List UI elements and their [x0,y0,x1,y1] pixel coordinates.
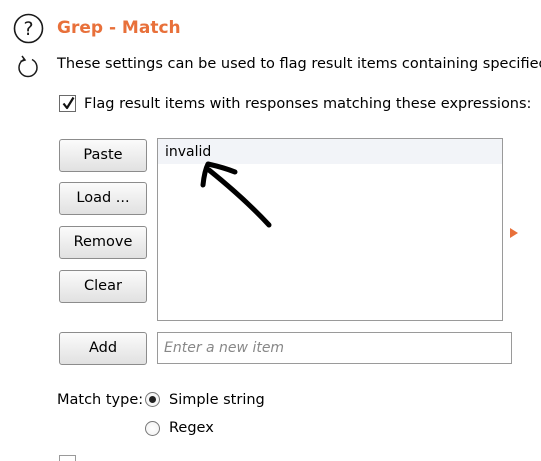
radio-regex[interactable] [145,421,160,436]
radio-simple-string-label: Simple string [169,392,265,408]
new-item-input[interactable] [157,332,512,364]
clear-button[interactable]: Clear [59,270,147,303]
partial-checkbox[interactable] [59,455,76,461]
help-circle-icon[interactable]: ? [13,13,44,44]
checkmark-icon [62,96,75,110]
svg-text:?: ? [23,18,33,40]
add-button[interactable]: Add [59,332,147,365]
flag-results-checkbox[interactable] [59,95,76,112]
annotation-arrow-icon [195,150,285,240]
radio-regex-label: Regex [169,420,214,436]
paste-button[interactable]: Paste [59,139,147,172]
section-title: Grep - Match [57,18,181,38]
match-type-label: Match type: [57,392,144,408]
remove-button[interactable]: Remove [59,226,147,259]
radio-simple-string[interactable] [145,392,160,407]
radio-selected-dot [149,396,156,403]
flag-results-label: Flag result items with responses matchin… [84,96,532,112]
load-button[interactable]: Load ... [59,182,147,215]
expand-arrow-icon[interactable] [509,224,519,238]
grep-match-panel: ? Grep - Match These settings can be use… [0,0,541,461]
section-description: These settings can be used to flag resul… [57,56,541,72]
refresh-icon[interactable] [16,54,40,80]
